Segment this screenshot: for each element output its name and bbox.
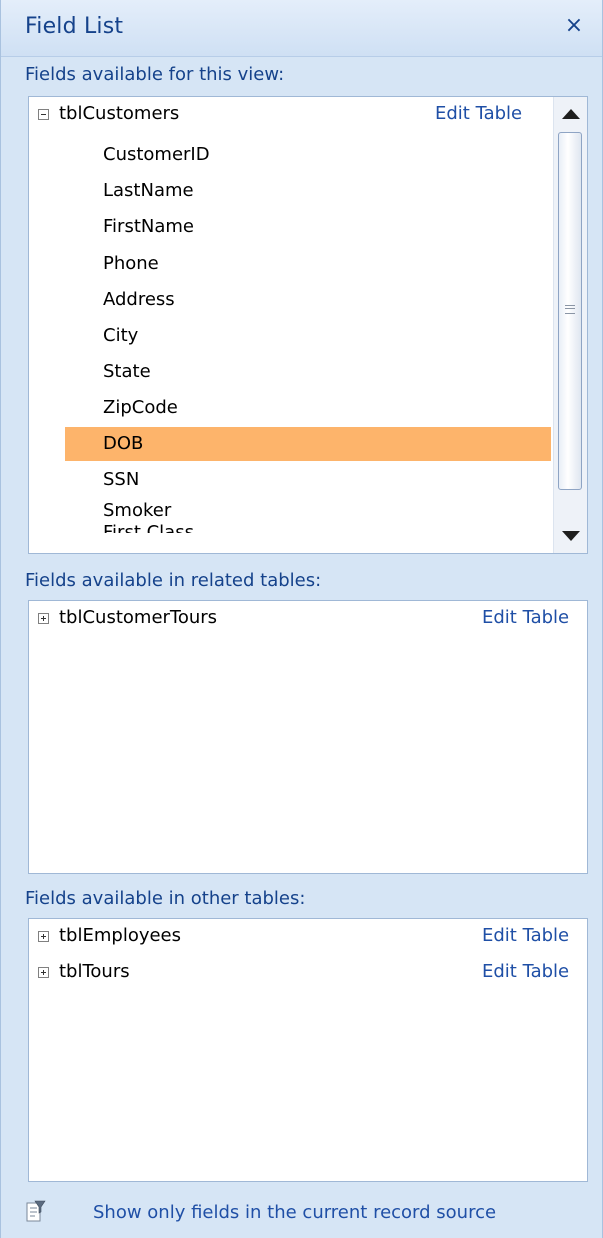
field-item-address[interactable]: Address xyxy=(65,283,551,317)
related-tables-box: tblCustomerTours Edit Table xyxy=(28,600,588,874)
edit-table-link[interactable]: Edit Table xyxy=(482,961,569,982)
grip-icon xyxy=(565,305,575,314)
table-name[interactable]: tblEmployees xyxy=(59,925,181,946)
field-item-ssn[interactable]: SSN xyxy=(65,463,551,497)
edit-table-link[interactable]: Edit Table xyxy=(482,925,569,946)
field-item-customerid[interactable]: CustomerID xyxy=(65,138,551,172)
field-item-lastname[interactable]: LastName xyxy=(65,174,551,208)
view-fields-box: tblCustomers Edit Table CustomerID LastN… xyxy=(28,96,588,554)
filter-fields-icon[interactable] xyxy=(26,1200,46,1224)
field-item-firstname[interactable]: FirstName xyxy=(65,210,551,244)
close-icon[interactable]: × xyxy=(562,14,586,38)
pane-title: Field List xyxy=(25,14,124,39)
plus-box-icon[interactable] xyxy=(38,613,49,624)
show-current-fields-link[interactable]: Show only fields in the current record s… xyxy=(93,1202,496,1223)
footer-bar: Show only fields in the current record s… xyxy=(1,1192,602,1238)
field-item-state[interactable]: State xyxy=(65,355,551,389)
other-tables-box: tblEmployees Edit Table tblTours Edit Ta… xyxy=(28,918,588,1182)
table-row-tblcustomertours[interactable]: tblCustomerTours Edit Table xyxy=(29,603,587,637)
table-name[interactable]: tblCustomers xyxy=(59,103,179,124)
scroll-up-arrow-icon[interactable] xyxy=(562,109,580,119)
edit-table-link[interactable]: Edit Table xyxy=(435,103,522,124)
section-label-other: Fields available in other tables: xyxy=(25,888,306,909)
field-item-partial[interactable]: First Class xyxy=(103,523,194,533)
section-label-view: Fields available for this view: xyxy=(25,64,285,85)
table-name[interactable]: tblCustomerTours xyxy=(59,607,217,628)
vertical-scrollbar[interactable] xyxy=(553,97,587,553)
scrollbar-thumb[interactable] xyxy=(558,132,582,490)
table-row-tblcustomers[interactable]: tblCustomers Edit Table xyxy=(29,99,587,133)
edit-table-link[interactable]: Edit Table xyxy=(482,607,569,628)
plus-box-icon[interactable] xyxy=(38,967,49,978)
field-item-phone[interactable]: Phone xyxy=(65,247,551,281)
table-row-tbltours[interactable]: tblTours Edit Table xyxy=(29,957,587,991)
field-list-pane: Field List × Fields available for this v… xyxy=(0,0,603,1238)
table-name[interactable]: tblTours xyxy=(59,961,130,982)
field-item-smoker[interactable]: Smoker xyxy=(65,499,551,523)
minus-box-icon[interactable] xyxy=(38,109,49,120)
field-item-dob[interactable]: DOB xyxy=(65,427,551,461)
table-row-tblemployees[interactable]: tblEmployees Edit Table xyxy=(29,921,587,955)
section-label-related: Fields available in related tables: xyxy=(25,570,322,591)
scroll-down-arrow-icon[interactable] xyxy=(562,531,580,541)
field-item-zipcode[interactable]: ZipCode xyxy=(65,391,551,425)
field-item-city[interactable]: City xyxy=(65,319,551,353)
plus-box-icon[interactable] xyxy=(38,931,49,942)
title-bar: Field List × xyxy=(1,0,602,57)
